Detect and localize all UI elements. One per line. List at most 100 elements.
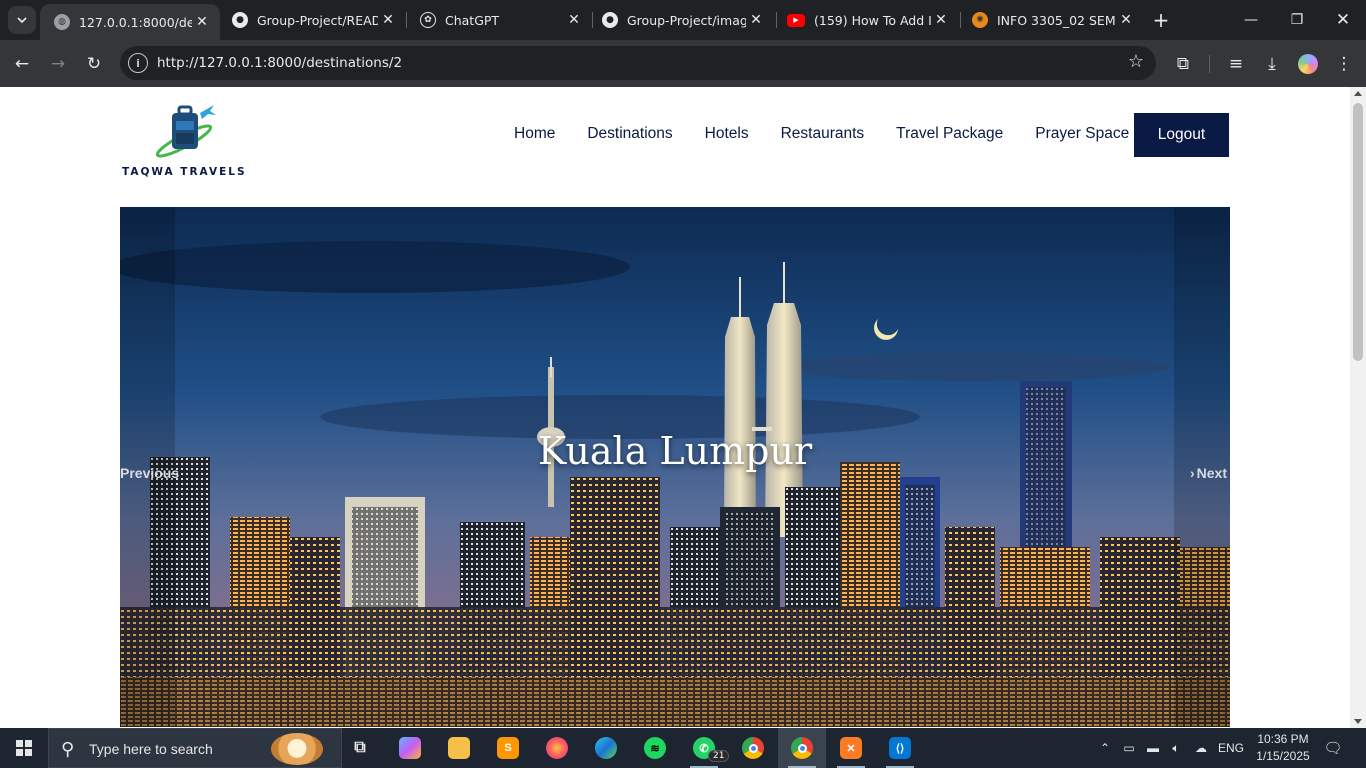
nav-restaurants[interactable]: Restaurants <box>781 125 865 143</box>
profile-button[interactable] <box>1295 51 1321 77</box>
nav-home[interactable]: Home <box>514 125 555 143</box>
close-icon[interactable]: ✕ <box>1116 12 1136 28</box>
chatgpt-icon: ✿ <box>420 12 436 28</box>
main-nav: Home Destinations Hotels Restaurants Tra… <box>498 125 1145 143</box>
restore-button[interactable]: ❐ <box>1274 0 1320 40</box>
browser-tab-strip: ◍ 127.0.0.1:8000/destinations/2 ✕ ● Grou… <box>0 0 1366 40</box>
globe-icon: ◍ <box>54 14 70 30</box>
nav-prayer-space[interactable]: Prayer Space <box>1035 125 1129 143</box>
tab-readme[interactable]: ● Group-Project/README.md ✕ <box>218 0 406 40</box>
spotify-button[interactable]: ≋ <box>631 728 679 768</box>
edge-icon <box>595 737 617 759</box>
site-logo[interactable]: TAQWA TRAVELS <box>122 99 250 178</box>
tab-images[interactable]: ● Group-Project/images ✕ <box>588 0 774 40</box>
battery-icon: ▬ <box>1147 741 1159 755</box>
youtube-icon: ▶ <box>787 13 805 27</box>
chrome-menu-button[interactable]: ⋮ <box>1331 51 1357 77</box>
language-label: ENG <box>1217 741 1244 755</box>
tab-youtube[interactable]: ▶ (159) How To Add Images ✕ <box>773 0 959 40</box>
close-icon[interactable]: ✕ <box>192 14 212 30</box>
scroll-down-icon[interactable] <box>1354 719 1362 724</box>
page-viewport: TAQWA TRAVELS Home Destinations Hotels R… <box>0 87 1350 728</box>
tab-title: 127.0.0.1:8000/destinations/2 <box>79 14 192 30</box>
address-bar[interactable]: i http://127.0.0.1:8000/destinations/2 ☆ <box>120 46 1156 80</box>
arrow-right-icon: → <box>50 54 66 74</box>
show-hidden-icons-button[interactable]: ⌃ <box>1096 728 1114 768</box>
chrome-button[interactable] <box>729 728 777 768</box>
nav-travel-package[interactable]: Travel Package <box>896 125 1003 143</box>
volume-button[interactable]: 🔈︎ <box>1165 728 1187 768</box>
file-explorer-button[interactable] <box>435 728 483 768</box>
vscode-icon: ⟨⟩ <box>889 737 911 759</box>
back-button[interactable]: ← <box>9 51 35 77</box>
bookmark-star-icon[interactable]: ☆ <box>1128 51 1144 72</box>
chat-bubble-icon: 🗨︎ <box>1323 740 1343 757</box>
close-icon[interactable]: ✕ <box>378 12 398 28</box>
copilot-button[interactable] <box>386 728 434 768</box>
nav-destinations[interactable]: Destinations <box>587 125 672 143</box>
tab-destinations[interactable]: ◍ 127.0.0.1:8000/destinations/2 ✕ <box>40 4 220 40</box>
logout-button[interactable]: Logout <box>1134 113 1229 157</box>
plus-icon: + <box>1152 8 1170 32</box>
nav-hotels[interactable]: Hotels <box>705 125 749 143</box>
github-icon: ● <box>602 12 618 28</box>
windows-taskbar: ⚲ Type here to search ⧉ S ≋ ✆ 21 ✕ ⟨⟩ ⌃ … <box>0 728 1366 768</box>
forward-button[interactable]: → <box>45 51 71 77</box>
task-view-button[interactable]: ⧉ <box>336 728 384 768</box>
firefox-button[interactable] <box>533 728 581 768</box>
scrollbar-thumb[interactable] <box>1353 103 1363 361</box>
close-window-button[interactable]: ✕ <box>1320 0 1366 40</box>
downloads-button[interactable]: ⤓ <box>1259 51 1285 77</box>
destination-carousel: Previous › Next Kuala Lumpur <box>120 207 1230 727</box>
network-icon: ▭ <box>1123 741 1135 755</box>
site-info-icon[interactable]: i <box>128 53 148 73</box>
chevron-up-icon: ⌃ <box>1099 741 1111 755</box>
whatsapp-button[interactable]: ✆ 21 <box>680 728 730 768</box>
battery-button[interactable]: ▬ <box>1142 728 1164 768</box>
close-icon[interactable]: ✕ <box>931 12 951 28</box>
input-language-button[interactable]: ENG <box>1215 728 1247 768</box>
tab-chatgpt[interactable]: ✿ ChatGPT ✕ <box>406 0 592 40</box>
extensions-button[interactable]: ⧉ <box>1170 51 1196 77</box>
scroll-up-icon[interactable] <box>1354 91 1362 96</box>
chevron-down-icon <box>17 17 27 23</box>
reload-button[interactable]: ↻ <box>81 51 107 77</box>
url-text[interactable]: http://127.0.0.1:8000/destinations/2 <box>157 55 402 71</box>
sublime-text-button[interactable]: S <box>484 728 532 768</box>
minimize-icon: — <box>1244 12 1258 28</box>
weather-button[interactable]: ☁ <box>1189 728 1213 768</box>
puzzle-icon: ⧉ <box>1176 54 1190 74</box>
xampp-button[interactable]: ✕ <box>827 728 875 768</box>
minimize-button[interactable]: — <box>1228 0 1274 40</box>
chrome-profile-button[interactable] <box>778 728 826 768</box>
taskbar-search-box[interactable]: ⚲ Type here to search <box>48 728 342 768</box>
restore-icon: ❐ <box>1290 12 1304 28</box>
edge-button[interactable] <box>582 728 630 768</box>
tab-title: (159) How To Add Images <box>814 12 931 28</box>
logo-text: TAQWA TRAVELS <box>122 166 247 178</box>
media-controls-button[interactable]: ≡ <box>1223 51 1249 77</box>
clock-button[interactable]: 10:36 PM 1/15/2025 <box>1250 731 1316 765</box>
new-tab-button[interactable]: + <box>1150 8 1172 32</box>
tab-search-button[interactable] <box>8 6 36 34</box>
close-icon[interactable]: ✕ <box>746 12 766 28</box>
search-highlight-image <box>271 733 323 765</box>
notification-badge: 21 <box>708 750 730 762</box>
tab-title: Group-Project/README.md <box>257 12 378 28</box>
notifications-button[interactable]: 🗨︎ <box>1320 728 1346 768</box>
vscode-button[interactable]: ⟨⟩ <box>876 728 924 768</box>
search-icon: ⚲ <box>61 739 75 760</box>
close-icon[interactable]: ✕ <box>564 12 584 28</box>
xampp-icon: ✕ <box>840 737 862 759</box>
windows-icon <box>16 740 32 756</box>
clock-time: 10:36 PM <box>1257 732 1309 746</box>
start-button[interactable] <box>0 728 48 768</box>
arrow-left-icon: ← <box>14 54 30 74</box>
page-scrollbar[interactable] <box>1350 87 1366 728</box>
playlist-icon: ≡ <box>1228 54 1244 74</box>
tab-course[interactable]: ✺ INFO 3305_02 SEM1 ✕ <box>958 0 1144 40</box>
file-explorer-icon <box>448 737 470 759</box>
network-button[interactable]: ▭ <box>1118 728 1140 768</box>
reload-icon: ↻ <box>86 54 102 74</box>
kebab-menu-icon: ⋮ <box>1335 54 1353 74</box>
